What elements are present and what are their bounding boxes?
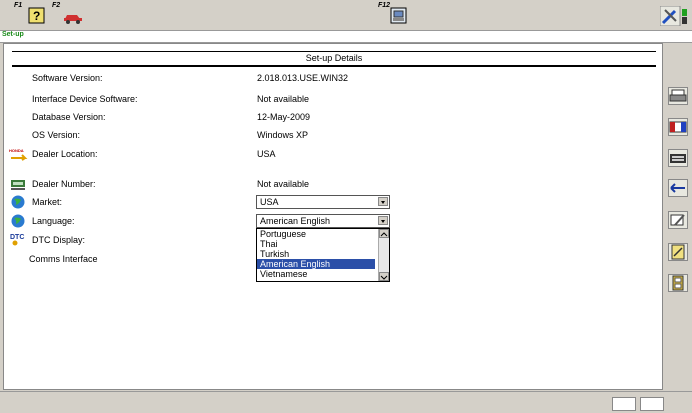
market-select[interactable]: USA (256, 195, 390, 209)
dtc-icon: DTC (10, 232, 26, 246)
interface-software-label: Interface Device Software: (32, 94, 138, 104)
note-edit-icon[interactable] (668, 243, 688, 261)
dealer-location-value: USA (257, 149, 276, 159)
exit-door-icon[interactable] (668, 274, 688, 292)
language-globe-icon (10, 214, 26, 228)
interface-software-value: Not available (257, 94, 310, 104)
language-label: Language: (32, 216, 75, 226)
os-version-label: OS Version: (32, 130, 81, 140)
os-version-value: Windows XP (257, 130, 309, 140)
setup-details-panel: Set-up Details Software Version: 2.018.0… (3, 43, 663, 390)
dtc-display-label: DTC Display: (32, 235, 86, 245)
dealer-number-icon (10, 177, 26, 191)
back-arrow-icon[interactable] (668, 179, 688, 197)
database-version-value: 12-May-2009 (257, 112, 311, 122)
dealer-location-label: Dealer Location: (32, 149, 98, 159)
dealer-number-label: Dealer Number: (32, 179, 96, 189)
language-option[interactable]: Thai (257, 239, 375, 249)
flag-icon[interactable] (668, 118, 688, 136)
breadcrumb-text: Set-up (2, 31, 24, 38)
breadcrumb: Set-up (0, 30, 692, 43)
printer-icon[interactable] (668, 87, 688, 105)
f1-key-label: F1 (14, 2, 23, 9)
computer-settings-icon[interactable] (390, 7, 408, 25)
status-box-2 (640, 397, 664, 411)
right-sidebar (664, 43, 692, 388)
svg-text:?: ? (33, 9, 40, 23)
status-box-1 (612, 397, 636, 411)
dtc-icon-text: DTC (10, 234, 24, 241)
software-version-label: Software Version: (32, 73, 103, 83)
help-question-icon[interactable]: ? (28, 7, 46, 25)
language-option[interactable]: Portuguese (257, 229, 375, 239)
wrench-screwdriver-icon[interactable] (659, 5, 688, 27)
language-option[interactable]: American English (257, 259, 375, 269)
dealer-number-value: Not available (257, 179, 310, 189)
keyboard-icon[interactable] (668, 149, 688, 167)
dropdown-scrollbar[interactable] (378, 229, 389, 281)
scroll-up-icon[interactable] (379, 229, 389, 238)
scroll-down-icon[interactable] (379, 272, 389, 281)
market-globe-icon (10, 195, 26, 209)
software-version-value: 2.018.013.USE.WIN32 (257, 73, 349, 83)
status-bar (0, 391, 692, 413)
f12-key-label: F12 (378, 2, 391, 9)
market-select-value: USA (260, 197, 279, 207)
language-option[interactable]: Turkish (257, 249, 375, 259)
car-icon[interactable] (62, 7, 84, 25)
panel-header: Set-up Details (12, 51, 656, 67)
chevron-down-icon[interactable] (378, 197, 388, 206)
f2-key-label: F2 (52, 2, 61, 9)
comms-interface-label: Comms Interface (29, 254, 98, 264)
database-version-label: Database Version: (32, 112, 106, 122)
top-toolbar: F1 ? F2 F12 (0, 0, 692, 30)
dealer-location-icon-text: HONDA (9, 148, 24, 153)
language-select[interactable]: American English (256, 214, 390, 228)
market-label: Market: (32, 197, 63, 207)
chevron-down-icon[interactable] (378, 216, 388, 225)
language-select-value: American English (260, 216, 331, 226)
dealer-location-icon: HONDA (9, 147, 29, 161)
settings-pencil-icon[interactable] (668, 211, 688, 229)
language-option[interactable]: Vietnamese (257, 269, 375, 279)
language-dropdown-list[interactable]: Portuguese Thai Turkish American English Vie… (256, 228, 390, 282)
